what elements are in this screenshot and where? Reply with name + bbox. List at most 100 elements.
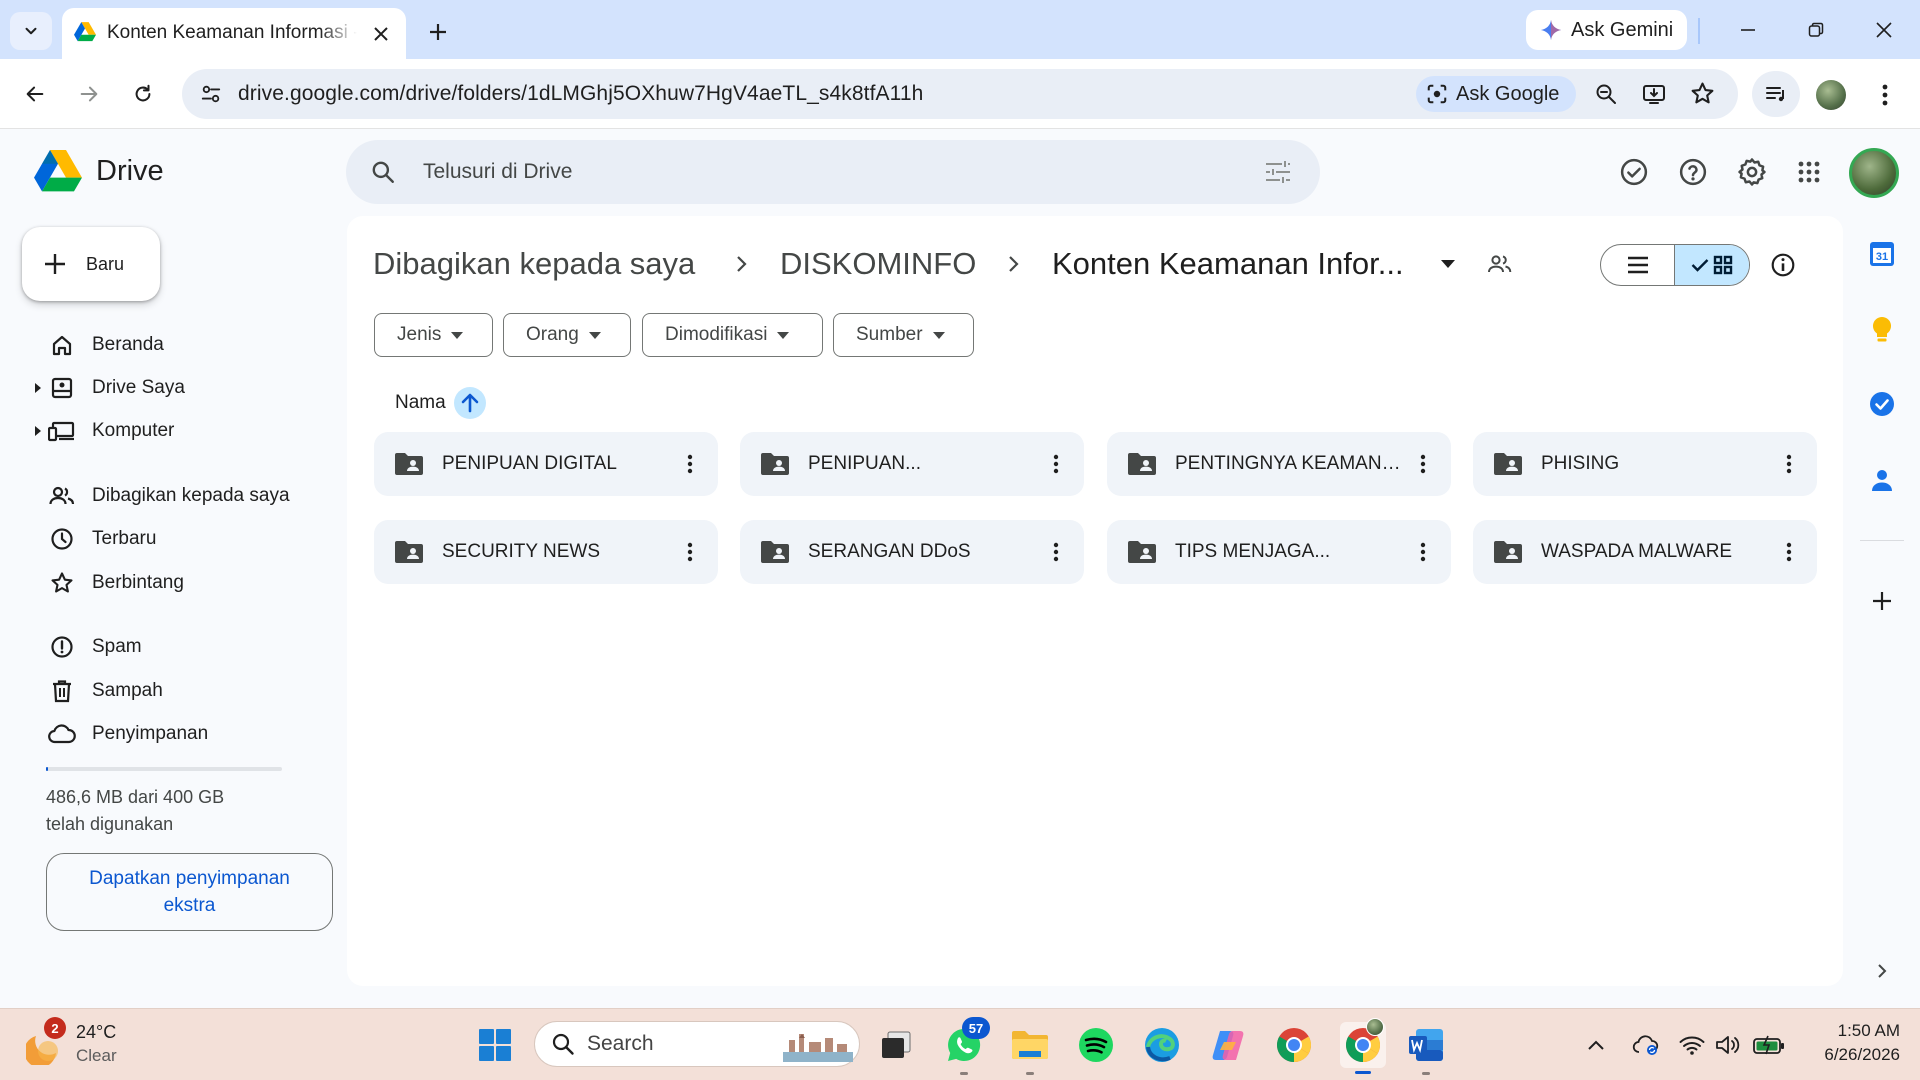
filter-orang-chip[interactable]: Orang [503,313,631,357]
clock-date[interactable]: 6/26/2026 [1800,1045,1900,1065]
keep-app-button[interactable] [1864,312,1900,348]
word-button[interactable] [1406,1025,1446,1075]
tab-close-button[interactable] [368,21,394,47]
weather-widget[interactable]: 2 [26,1017,68,1065]
ask-google-button[interactable]: Ask Google [1416,76,1576,112]
list-view-button[interactable] [1601,245,1675,285]
breadcrumb-item[interactable]: Dibagikan kepada saya [373,246,695,282]
show-side-panel-button[interactable] [1864,953,1900,989]
settings-button[interactable] [1732,152,1772,192]
sidebar-item-spam[interactable]: Spam [30,627,330,667]
browser-menu-button[interactable] [1866,76,1904,114]
folder-name: PENTINGNYA KEAMANA... [1175,453,1405,474]
task-view-button[interactable] [876,1025,916,1065]
breadcrumb-current-folder[interactable]: Konten Keamanan Infor... [1052,246,1404,282]
profile-avatar[interactable] [1816,80,1846,110]
start-button[interactable] [475,1025,515,1065]
restore-button[interactable] [1794,14,1838,46]
clock-time[interactable]: 1:50 AM [1800,1021,1900,1041]
sort-direction-button[interactable] [453,387,486,419]
folder-card[interactable]: PHISING [1473,432,1817,496]
support-button[interactable] [1673,152,1713,192]
search-options-icon[interactable] [1264,159,1292,185]
battery-tray-button[interactable] [1748,1025,1790,1065]
sort-by-name[interactable]: Nama [395,387,486,419]
onedrive-tray-button[interactable] [1626,1025,1666,1065]
wifi-tray-button[interactable] [1672,1025,1712,1065]
chrome-button[interactable] [1274,1025,1314,1065]
get-addons-button[interactable] [1864,583,1900,619]
folder-more-actions-button[interactable] [1042,538,1070,566]
shared-folder-button[interactable] [1484,250,1516,278]
volume-tray-button[interactable] [1708,1025,1748,1065]
file-explorer-button[interactable] [1010,1025,1050,1075]
new-tab-button[interactable] [420,14,456,50]
chrome-profile-button-active[interactable] [1340,1018,1386,1074]
folder-more-actions-button[interactable] [676,450,704,478]
grid-view-button[interactable] [1675,245,1749,285]
media-controls-button[interactable] [1752,71,1800,117]
sidebar-item-komputer[interactable]: Komputer [30,411,330,451]
new-button[interactable]: Baru [22,227,160,301]
address-bar[interactable]: drive.google.com/drive/folders/1dLMGhj5O… [182,69,1738,119]
folder-card[interactable]: PENTINGNYA KEAMANA... [1107,432,1451,496]
sidebar-item-sampah[interactable]: Sampah [30,671,330,711]
search-bar[interactable]: Telusuri di Drive [346,140,1320,204]
sidebar-item-drive-saya[interactable]: Drive Saya [30,368,330,408]
sidebar-item-penyimpanan[interactable]: Penyimpanan [30,714,330,754]
folder-card[interactable]: TIPS MENJAGA... [1107,520,1451,584]
google-apps-button[interactable] [1789,152,1829,192]
breadcrumb-item[interactable]: DISKOMINFO [780,246,976,282]
drive-logo[interactable]: Drive [34,150,164,193]
site-info-icon[interactable] [200,83,222,105]
folder-actions-dropdown[interactable] [1434,252,1462,276]
edge-button[interactable] [1142,1025,1182,1065]
expand-arrow-icon[interactable] [30,383,46,393]
folder-more-actions-button[interactable] [1042,450,1070,478]
account-avatar[interactable] [1849,148,1899,198]
shared-folder-icon [394,452,424,476]
filter-dimodifikasi-chip[interactable]: Dimodifikasi [642,313,823,357]
folder-card[interactable]: WASPADA MALWARE [1473,520,1817,584]
folder-card[interactable]: PENIPUAN DIGITAL [374,432,718,496]
copilot-button[interactable] [1208,1025,1248,1065]
ready-for-offline-button[interactable] [1614,152,1654,192]
folder-more-actions-button[interactable] [1409,538,1437,566]
details-button[interactable] [1766,248,1800,282]
back-button[interactable] [16,75,54,113]
tab-search-button[interactable] [10,12,52,50]
install-app-icon[interactable] [1642,82,1666,106]
folder-card[interactable]: SERANGAN DDoS [740,520,1084,584]
app-name: Drive [96,155,164,187]
tasks-app-button[interactable] [1864,386,1900,422]
filter-jenis-chip[interactable]: Jenis [374,313,493,357]
active-tab[interactable]: Konten Keamanan Informasi - Google Drive [62,8,406,59]
spotify-button[interactable] [1076,1025,1116,1065]
forward-button[interactable] [70,75,108,113]
sidebar-item-beranda[interactable]: Beranda [30,325,330,365]
whatsapp-taskbar-button[interactable]: 57 [944,1017,990,1075]
folder-card[interactable]: PENIPUAN... [740,432,1084,496]
folder-more-actions-button[interactable] [676,538,704,566]
reload-button[interactable] [124,75,162,113]
expand-arrow-icon[interactable] [30,426,46,436]
sidebar-item-berbintang[interactable]: Berbintang [30,563,330,603]
get-more-storage-button[interactable]: Dapatkan penyimpanan ekstra [46,853,333,931]
close-window-button[interactable] [1862,14,1906,46]
contacts-app-button[interactable] [1864,462,1900,498]
taskbar-search-box[interactable]: Search [534,1021,860,1067]
minimize-button[interactable] [1726,14,1770,46]
folder-more-actions-button[interactable] [1775,538,1803,566]
folder-more-actions-button[interactable] [1775,450,1803,478]
folder-more-actions-button[interactable] [1409,450,1437,478]
filter-sumber-chip[interactable]: Sumber [833,313,974,357]
show-hidden-icons-button[interactable] [1576,1025,1616,1065]
sidebar-item-dibagikan[interactable]: Dibagikan kepada saya [30,476,330,516]
ask-gemini-button[interactable]: Ask Gemini [1526,10,1687,50]
search-icon[interactable] [370,159,396,185]
calendar-app-button[interactable]: 31 [1864,236,1900,272]
zoom-icon[interactable] [1594,82,1618,106]
folder-card[interactable]: SECURITY NEWS [374,520,718,584]
bookmark-star-icon[interactable] [1690,81,1715,106]
sidebar-item-terbaru[interactable]: Terbaru [30,519,330,559]
